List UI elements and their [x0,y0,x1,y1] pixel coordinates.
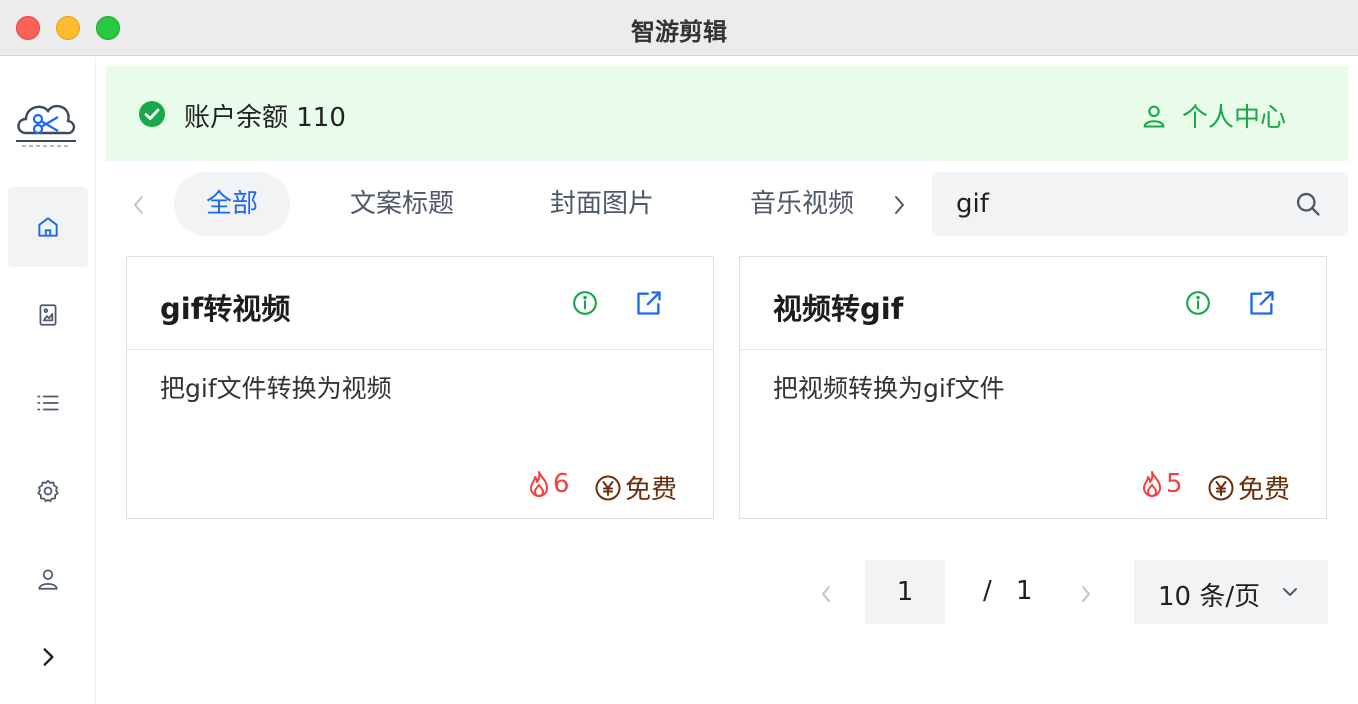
check-circle-icon [139,101,165,127]
personal-center-label: 个人中心 [1181,103,1286,133]
pagination-separator: / [983,576,992,606]
price-label: 免费 [625,475,678,505]
tool-card[interactable]: gif转视频 把gif文件转换为视频 6 免费 [126,256,714,519]
sidebar-expand-button[interactable] [8,617,88,697]
page-size-select[interactable]: 10 条/页 [1134,560,1328,624]
sidebar-item-list[interactable] [8,363,88,443]
price-tag: 免费 [595,469,677,506]
account-balance-banner: 账户余额 110 个人中心 [106,66,1348,161]
page-size-label: 10 条/页 [1158,582,1261,612]
tab-music-video[interactable]: 音乐视频 [718,172,886,236]
window-title: 智游剪辑 [631,18,727,46]
hot-count: 6 [527,469,570,499]
external-link-icon[interactable] [635,289,663,317]
gear-icon [37,479,59,503]
list-icon [37,395,59,411]
tool-card-title: gif转视频 [160,292,291,326]
pagination-current-page-input[interactable]: 1 [865,560,945,624]
tab-scroll-left-icon[interactable] [128,192,150,218]
tool-card-header: 视频转gif [740,257,1326,350]
pagination-prev-icon[interactable] [816,582,836,606]
price-tag: 免费 [1208,469,1290,506]
search-icon[interactable] [1294,190,1322,218]
hot-count-value: 6 [553,469,570,499]
sidebar-item-image[interactable] [8,275,88,355]
info-icon[interactable] [572,290,598,316]
user-icon [38,569,58,590]
hot-count: 5 [1140,469,1183,499]
fire-icon [530,471,548,497]
chevron-right-icon [43,648,54,666]
price-label: 免费 [1238,475,1291,505]
user-icon [1143,105,1165,128]
external-link-icon[interactable] [1248,289,1276,317]
pagination-total-pages: 1 [1016,576,1033,606]
tool-card[interactable]: 视频转gif 把视频转换为gif文件 5 免费 [739,256,1327,519]
tab-all[interactable]: 全部 [174,172,291,236]
sidebar-item-user[interactable] [8,539,88,619]
tool-card-description: 把gif文件转换为视频 [160,374,392,403]
fire-icon [1143,471,1161,497]
tab-cover-images[interactable]: 封面图片 [518,172,686,236]
sidebar-item-home[interactable] [8,187,88,267]
tab-copywriting-titles[interactable]: 文案标题 [318,172,486,236]
tab-scroll-right-icon[interactable] [888,192,910,218]
search-box [932,172,1348,236]
info-icon[interactable] [1185,290,1211,316]
yen-icon [595,475,621,500]
chevron-down-icon [1283,588,1297,596]
account-balance-text: 账户余额 110 [184,103,346,133]
tool-card-description: 把视频转换为gif文件 [773,374,1005,403]
pagination-next-icon[interactable] [1076,582,1096,606]
hot-count-value: 5 [1166,469,1183,499]
sidebar-item-settings[interactable] [8,451,88,531]
tool-card-header: gif转视频 [127,257,713,350]
image-icon [39,304,57,326]
tool-card-title: 视频转gif [773,292,904,326]
home-icon [38,217,58,237]
window-titlebar: 智游剪辑 [0,0,1358,56]
personal-center-link[interactable]: 个人中心 [1140,97,1286,134]
yen-icon [1208,475,1234,500]
app-logo-icon [16,104,76,147]
sidebar [0,57,96,704]
search-input[interactable] [956,172,1276,236]
